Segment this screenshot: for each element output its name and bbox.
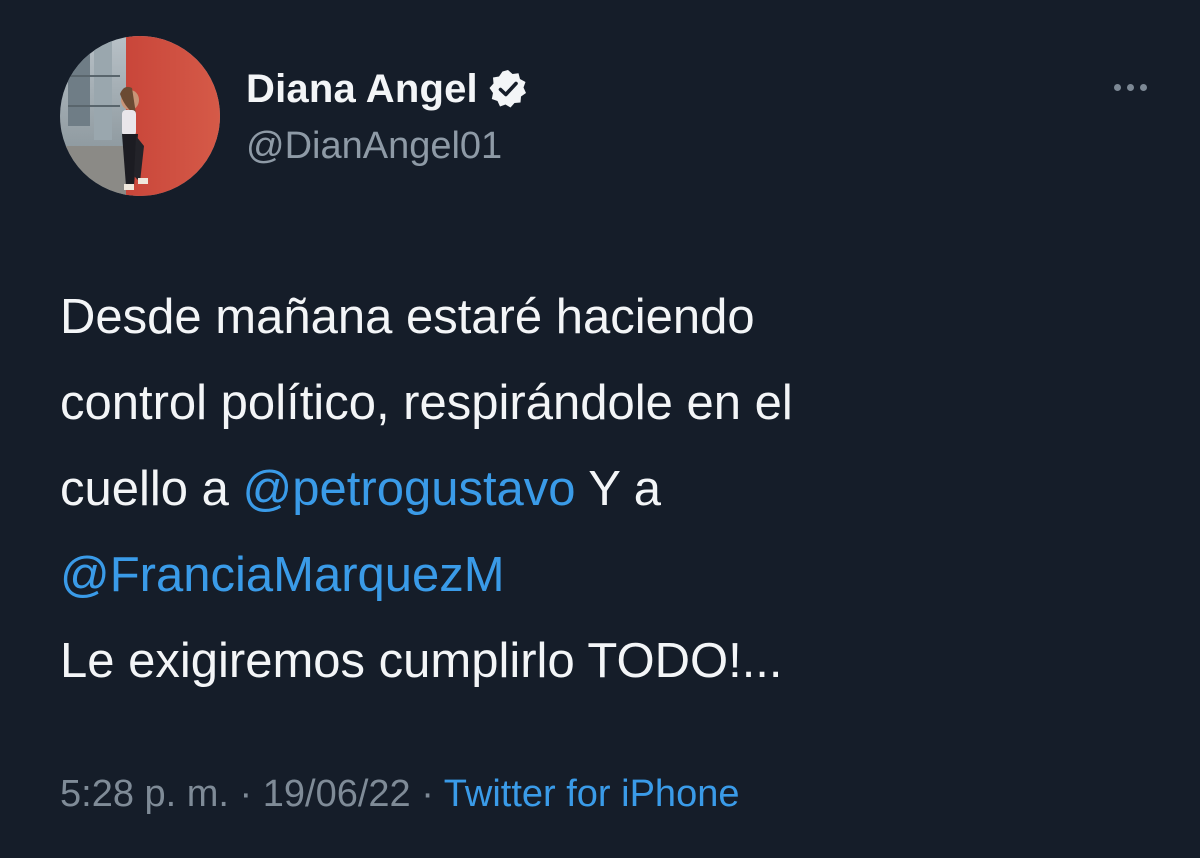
avatar[interactable] [60, 36, 220, 196]
tweet-source-link[interactable]: Twitter for iPhone [444, 773, 740, 815]
tweet-line: Le exigiremos cumplirlo TODO!... [60, 634, 783, 688]
tweet-text-segment: cuello a [60, 462, 243, 516]
tweet-time[interactable]: 5:28 p. m. [60, 773, 229, 815]
author-name-row[interactable]: Diana Angel [246, 64, 530, 114]
avatar-image [60, 36, 220, 196]
verified-badge-icon [486, 67, 530, 111]
tweet-metadata: 5:28 p. m. · 19/06/22 · Twitter for iPho… [60, 768, 739, 820]
tweet-card: Diana Angel @DianAngel01 Desde mañana es… [0, 0, 1200, 858]
meta-separator: · [239, 773, 253, 815]
author-handle[interactable]: @DianAngel01 [246, 122, 502, 170]
tweet-line: control político, respirándole en el [60, 376, 793, 430]
tweet-line: @FranciaMarquezM [60, 532, 1140, 618]
tweet-text: Desde mañana estaré haciendo control pol… [60, 274, 1140, 704]
author-display-name[interactable]: Diana Angel [246, 64, 478, 114]
tweet-text-segment: Y a [575, 462, 661, 516]
mention-link-petrogustavo[interactable]: @petrogustavo [243, 462, 576, 516]
tweet-line: Desde mañana estaré haciendo [60, 290, 755, 344]
meta-separator: · [421, 773, 434, 815]
tweet-line: cuello a @petrogustavo Y a [60, 446, 1140, 532]
more-options-icon[interactable] [1102, 72, 1158, 102]
mention-link-franciamarquezm[interactable]: @FranciaMarquezM [60, 548, 505, 602]
tweet-date[interactable]: 19/06/22 [263, 773, 411, 815]
